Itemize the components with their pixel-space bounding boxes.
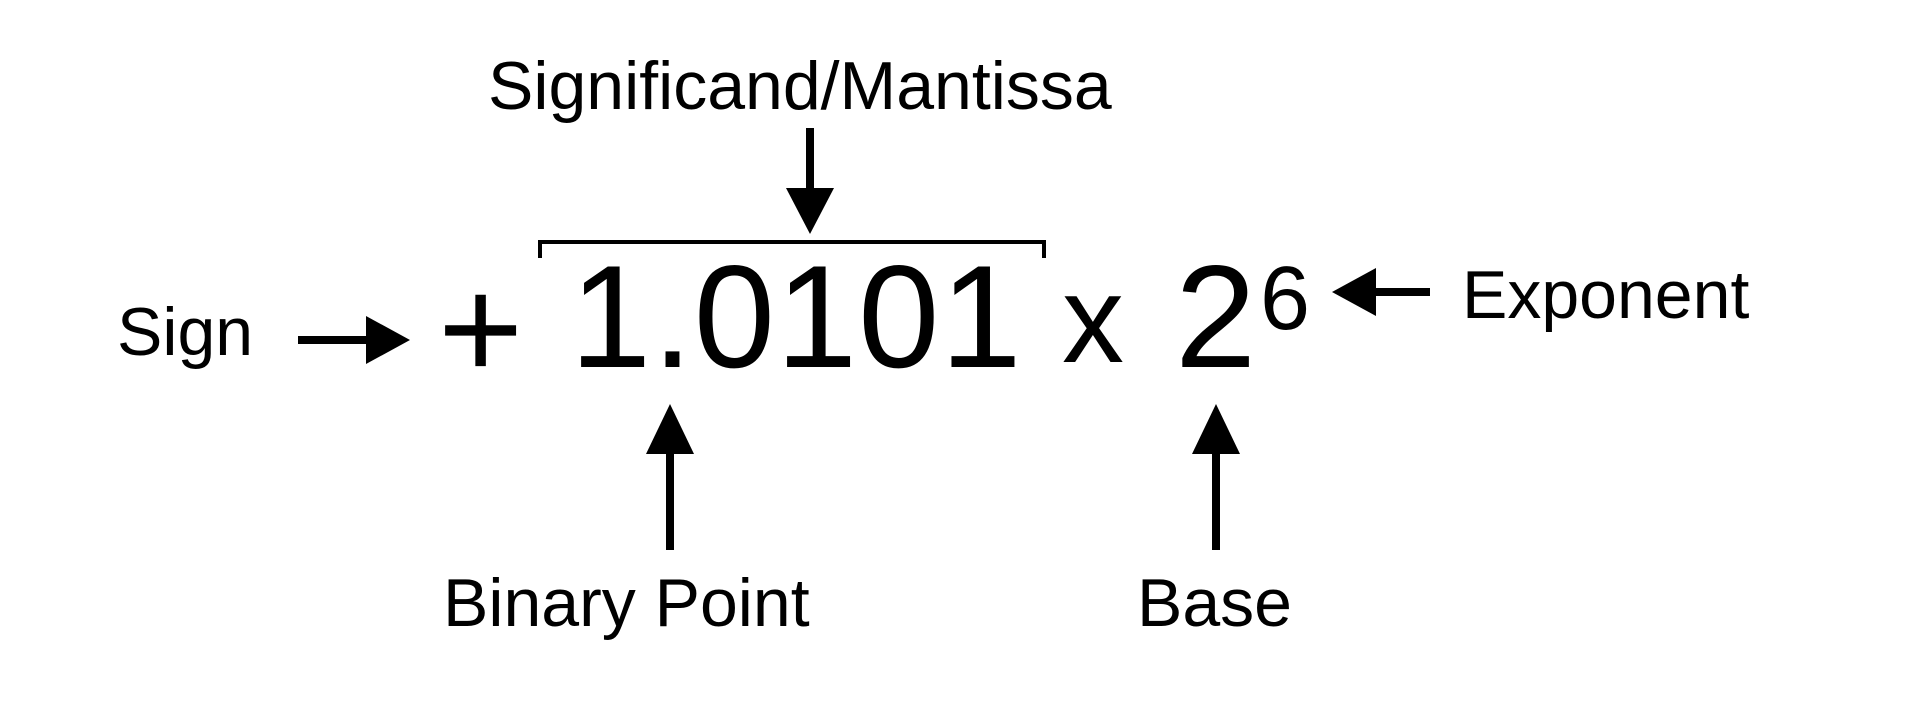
binary-point-arrow <box>646 404 694 550</box>
binary-point-label: Binary Point <box>443 565 810 641</box>
exponent-label: Exponent <box>1462 257 1750 333</box>
exponent-value: 6 <box>1260 249 1311 349</box>
exponent-arrow <box>1332 268 1430 316</box>
base-value: 2 <box>1175 235 1257 398</box>
sign-label: Sign <box>117 294 254 370</box>
base-arrow <box>1192 404 1240 550</box>
significand-label: Significand/Mantissa <box>488 48 1112 124</box>
floating-point-diagram: Significand/Mantissa Sign Exponent Binar… <box>0 0 1930 710</box>
sign-symbol: + <box>438 247 524 410</box>
multiply-symbol: x <box>1062 251 1124 389</box>
sign-arrow <box>298 316 410 364</box>
significand-arrow <box>786 128 834 234</box>
significand-value: 1.0101 <box>570 235 1023 398</box>
base-label: Base <box>1137 565 1292 641</box>
